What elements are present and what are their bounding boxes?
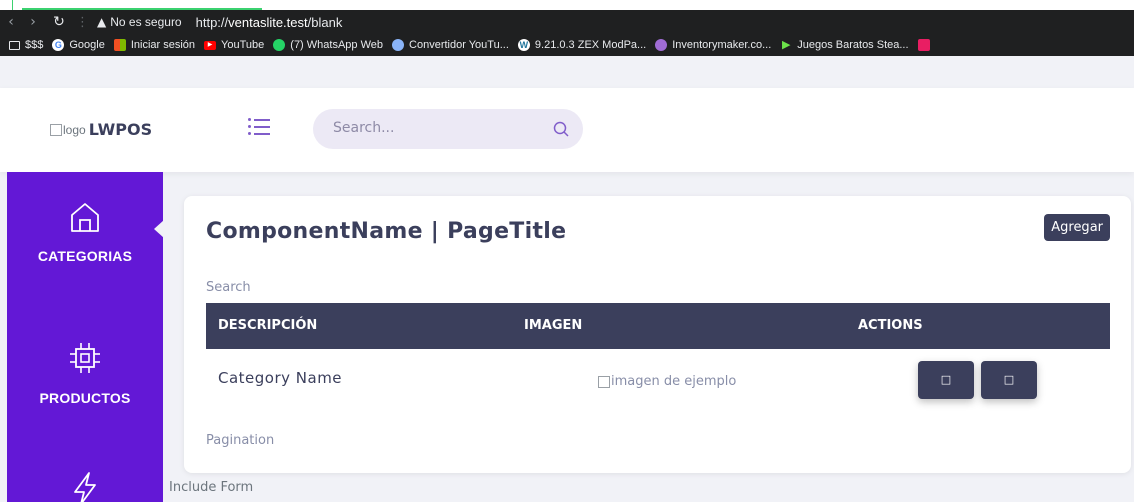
- column-header-actions: ACTIONS: [858, 318, 923, 333]
- app-header: logo LWPOS Search...: [0, 88, 1134, 172]
- bookmark-item[interactable]: Iniciar sesión: [113, 39, 196, 51]
- bookmark-item[interactable]: ▶ Juegos Baratos Stea...: [780, 39, 909, 51]
- home-icon: [71, 203, 99, 232]
- chip-icon: [70, 343, 100, 373]
- add-button[interactable]: Agregar: [1044, 214, 1110, 241]
- sidebar-item-productos[interactable]: PRODUCTOS: [7, 340, 163, 406]
- browser-tab-strip: [0, 0, 1134, 10]
- bookmark-label: (7) WhatsApp Web: [290, 39, 384, 51]
- bookmark-item[interactable]: Convertidor YouTu...: [392, 39, 509, 51]
- sidebar-item-next[interactable]: [7, 470, 163, 502]
- brand-name: LWPOS: [88, 120, 153, 139]
- microsoft-icon: [113, 39, 126, 51]
- converter-icon: [392, 39, 405, 51]
- sidebar-item-label: CATEGORIAS: [37, 248, 133, 264]
- sidebar-item-categorias[interactable]: CATEGORIAS: [7, 200, 163, 264]
- data-table: DESCRIPCIÓN IMAGEN ACTIONS Category Name…: [206, 303, 1110, 409]
- bookmark-label: Iniciar sesión: [130, 39, 196, 51]
- bookmark-label: 9.21.0.3 ZEX ModPa...: [534, 39, 647, 51]
- delete-button[interactable]: □: [981, 361, 1037, 399]
- menu-toggle-icon[interactable]: [248, 118, 270, 138]
- lightning-icon: [74, 472, 96, 502]
- category-image: imagen de ejemplo: [598, 374, 736, 389]
- bookmark-label: $$$: [25, 39, 44, 51]
- whatsapp-icon: [273, 39, 286, 51]
- logo-alt-text: logo: [63, 122, 86, 137]
- separator: ⋮: [76, 14, 89, 30]
- bookmark-label: Juegos Baratos Stea...: [797, 39, 909, 51]
- bookmark-item[interactable]: $$$: [9, 39, 43, 51]
- globe-icon: [655, 39, 668, 51]
- sidebar-item-label: PRODUCTOS: [39, 390, 131, 406]
- search-icon[interactable]: [553, 121, 569, 137]
- security-warning[interactable]: No es seguro: [110, 15, 181, 29]
- search-bar[interactable]: Search...: [313, 109, 583, 149]
- bookmarks-bar: $$$ G Google Iniciar sesión ▶ YouTube (7) …: [0, 34, 1134, 56]
- wordpress-icon: W: [517, 39, 530, 51]
- table-header: DESCRIPCIÓN IMAGEN ACTIONS: [206, 303, 1110, 349]
- include-form-placeholder: Include Form: [169, 480, 254, 495]
- category-name: Category Name: [218, 369, 343, 387]
- bookmark-item[interactable]: G Google: [52, 39, 105, 51]
- column-header-descripcion: DESCRIPCIÓN: [218, 318, 318, 333]
- bookmark-label: YouTube: [221, 39, 265, 51]
- youtube-icon: ▶: [204, 40, 217, 50]
- browser-toolbar: ‹ › ↻ ⋮ ▲ No es seguro http://ventaslite…: [0, 10, 1134, 56]
- reload-icon[interactable]: ↻: [48, 14, 70, 30]
- pagination: Pagination: [206, 433, 275, 448]
- bookmark-item[interactable]: ▶ YouTube: [204, 39, 264, 51]
- forward-icon[interactable]: ›: [22, 14, 44, 30]
- bookmark-label: Google: [69, 39, 105, 51]
- url-host: ventaslite.test: [228, 14, 308, 30]
- google-icon: G: [52, 39, 65, 51]
- url-prefix: http://: [195, 14, 229, 30]
- url-path: /blank: [307, 14, 343, 30]
- bookmark-label: Convertidor YouTu...: [409, 39, 509, 51]
- bookmark-overflow-icon[interactable]: [917, 39, 935, 51]
- broken-image-icon: [50, 123, 62, 136]
- address-row: ‹ › ↻ ⋮ ▲ No es seguro http://ventaslite…: [0, 10, 1134, 34]
- logo[interactable]: logo LWPOS: [50, 120, 152, 139]
- address-bar[interactable]: http://ventaslite.test/blank: [196, 15, 343, 30]
- bookmark-item[interactable]: Inventorymaker.co...: [655, 39, 771, 51]
- play-icon: ▶: [782, 39, 791, 51]
- search-input[interactable]: Search...: [333, 120, 394, 136]
- bookmark-item[interactable]: (7) WhatsApp Web: [273, 39, 383, 51]
- content-card: ComponentName | PageTitle Agregar Search…: [184, 196, 1131, 473]
- folder-icon: [9, 40, 20, 50]
- logo-image: logo: [50, 123, 86, 137]
- edit-button[interactable]: □: [918, 361, 974, 399]
- broken-image-icon: [598, 375, 610, 388]
- table-row: Category Name imagen de ejemplo □ □: [206, 349, 1110, 409]
- warning-icon[interactable]: ▲: [97, 15, 106, 29]
- page-title: ComponentName | PageTitle: [206, 219, 567, 244]
- sidebar: CATEGORIAS PRODUCTOS: [7, 172, 164, 502]
- search-placeholder-label: Search: [206, 280, 251, 295]
- image-alt-text: imagen de ejemplo: [611, 374, 737, 389]
- bookmark-item[interactable]: W 9.21.0.3 ZEX ModPa...: [517, 39, 647, 51]
- bookmark-label: Inventorymaker.co...: [672, 39, 772, 51]
- tab-edge: [12, 0, 22, 10]
- column-header-imagen: IMAGEN: [524, 318, 583, 333]
- back-icon[interactable]: ‹: [0, 14, 22, 30]
